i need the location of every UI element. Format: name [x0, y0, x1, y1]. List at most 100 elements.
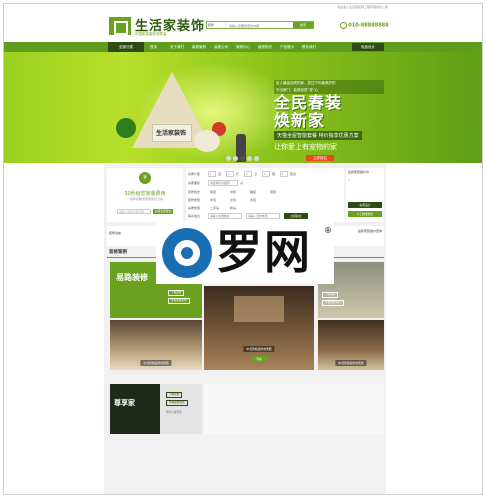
banner-text-block: 给人最高品质的家，居住于你最美好的 不出家门，装修品质“放”心 全民春装 焕新家… [274, 80, 384, 152]
hall-select[interactable]: 1 [226, 171, 234, 177]
form-submit-button[interactable]: 立即提交 [284, 213, 308, 219]
form-label: 装修档次 [188, 190, 201, 194]
radio-option[interactable]: 豪装 [270, 190, 276, 194]
main-nav: 全部分类 首页 关于我们 装修案例 装修公司 案例中心 装修知识 产品展示 联系… [4, 42, 482, 52]
search-input[interactable] [229, 23, 291, 28]
banner-pagination [226, 156, 261, 162]
nav-item[interactable]: 首页 [150, 42, 157, 52]
phone-icon [340, 22, 347, 29]
quote-result-panel: 您的家装报价为 ? 免费设计 人工精准报价 [346, 168, 384, 222]
form-row-grade: 装修档次 简装 中装 精装 豪装 [186, 189, 344, 196]
case-photo[interactable]: 中式风格装修效果图 [110, 320, 202, 370]
balcony-select[interactable]: 1 [280, 171, 288, 177]
banner-tent-sign: 生活家装饰 [152, 124, 192, 142]
banner-dot[interactable] [233, 156, 238, 161]
quote-form: 房屋户型 1 室 1 厅 1 卫 1 厨 1 阳台 房屋面积 请选择房屋面积 ㎡… [186, 168, 344, 222]
radio-option[interactable]: 清包 [250, 198, 256, 202]
form-row-type: 装修类型 半包 全包 清包 [186, 197, 344, 204]
right-tile-button-2[interactable]: 查看装修案例 [322, 300, 344, 306]
nav-item[interactable]: 关于我们 [170, 42, 184, 52]
kitchen-select[interactable]: 1 [262, 171, 270, 177]
dark-tile-button-1[interactable]: 了解装修 [166, 392, 183, 398]
case-view-button[interactable]: 查看 [251, 356, 267, 362]
unit-label: 厅 [236, 172, 240, 176]
nav-item[interactable]: 装修公司 [214, 42, 228, 52]
nav-item[interactable]: 产品展示 [280, 42, 294, 52]
green-tile-button-1[interactable]: 了解装修 [168, 290, 185, 296]
radio-option[interactable]: 全包 [230, 198, 236, 202]
manual-quote-button[interactable]: 人工精准报价 [348, 211, 382, 217]
radio-option[interactable]: 中装 [230, 190, 236, 194]
phone-contact: 010-88888888 [340, 22, 389, 29]
result-heading: 您的家装报价为 [348, 170, 370, 174]
banner-small-line-1: 给人最高品质的家，居住于你最美好的 [274, 80, 384, 87]
case-photo[interactable]: 中式风格装修效果图 [318, 320, 384, 370]
dark-tile-title: 尊享家 [114, 399, 135, 407]
search-category-select[interactable]: 装修 [208, 23, 226, 28]
watermark-text: 罗网 [216, 225, 312, 279]
watermark-logo: 罗网 ® [156, 222, 334, 284]
dark-tile-side: 了解装修 查看装修案例 尊享人生乐家 [160, 384, 202, 434]
form-label: 装修类型 [188, 198, 201, 202]
nav-item[interactable]: 联系我们 [302, 42, 316, 52]
form-row-house: 房屋类型 二手房 新房 [186, 205, 344, 212]
nav-all-categories[interactable]: 全部分类 [108, 42, 144, 52]
form-label: 房屋面积 [188, 181, 201, 185]
page-frame: 欢迎进入生活家装饰工程有限责任公司 生活家装饰 中国家装服务领导者 装修 搜索 … [3, 3, 483, 495]
dark-brand-tile[interactable]: 尊享家 [110, 384, 160, 434]
phone-input[interactable]: 请输入您的电话 [246, 213, 280, 219]
radio-option[interactable]: 精装 [250, 190, 256, 194]
news-strip-left[interactable]: 装修动态 [109, 231, 121, 235]
bath-select[interactable]: 1 [244, 171, 252, 177]
hero-banner[interactable]: 生活家装饰 给人最高品质的家，居住于你最美好的 不出家门，装修品质“放”心 全民… [4, 52, 482, 163]
right-tile-button-1[interactable]: 了解装修 [322, 292, 339, 298]
banner-headline-1: 全民春装 [274, 93, 343, 112]
registered-mark: ® [324, 226, 332, 235]
watermark-icon [162, 228, 212, 278]
unit-label: 阳台 [290, 172, 297, 176]
radio-option[interactable]: 简装 [210, 190, 216, 194]
interior-lights [234, 296, 284, 322]
unit-label: 卫 [254, 172, 258, 176]
empty-case-area [204, 384, 384, 434]
banner-line-3: 让你爱上有宠物的家 [274, 143, 337, 151]
quote-phone-input[interactable]: 请输入您的手机号码 [117, 209, 151, 214]
unit-label: 室 [218, 172, 222, 176]
case-photo-caption: 中式风格装修效果图 [335, 360, 367, 366]
banner-dot[interactable] [226, 156, 231, 161]
nav-free-design-button[interactable]: 免费设计 [352, 43, 384, 51]
quote-title: 30秒给您家装费用 [124, 191, 166, 197]
search-button[interactable]: 搜索 [293, 22, 313, 28]
room-select[interactable]: 1 [208, 171, 216, 177]
banner-cta-button[interactable]: 立即报名 [306, 155, 334, 161]
logo-subtitle: 中国家装服务领导者 [135, 32, 167, 36]
radio-option[interactable]: 二手房 [210, 206, 219, 210]
area-select[interactable]: 请选择房屋面积 [208, 180, 238, 186]
nav-item[interactable]: 案例中心 [236, 42, 250, 52]
tent-sign-text: 生活家装饰 [156, 130, 187, 137]
form-label: 房屋类型 [188, 206, 201, 210]
banner-dot[interactable] [247, 156, 252, 161]
radio-option[interactable]: 半包 [210, 198, 216, 202]
name-input[interactable]: 请输入您的姓名 [208, 213, 242, 219]
case-photo-main[interactable]: 中式风格装修效果图 查看 [204, 286, 314, 370]
news-strip-right[interactable]: 最新家装报价查询 [358, 229, 382, 233]
form-row-contact: 联系信息 请输入您的姓名 请输入您的电话 立即提交 [186, 213, 344, 220]
dark-tile-button-2[interactable]: 查看装修案例 [166, 400, 188, 406]
banner-tag: 天猫全屋智能套餐 特价独享优惠方案 [274, 131, 362, 140]
banner-dot[interactable] [254, 156, 259, 161]
nav-item[interactable]: 装修知识 [258, 42, 272, 52]
welcome-note: 欢迎进入生活家装饰工程有限责任公司 [336, 5, 388, 9]
free-design-button[interactable]: 免费设计 [348, 202, 382, 208]
form-label: 联系信息 [188, 214, 201, 218]
green-tile-button-2[interactable]: 查看装修案例 [168, 298, 190, 304]
logo-icon[interactable] [109, 17, 131, 35]
form-row-area: 房屋面积 请选择房屋面积 ㎡ [186, 180, 344, 187]
form-label: 房屋户型 [188, 172, 201, 176]
radio-option[interactable]: 新房 [230, 206, 236, 210]
unit-label: ㎡ [240, 181, 244, 185]
banner-dot-active[interactable] [240, 156, 245, 161]
quote-submit-button[interactable]: 立即免费报价 [153, 209, 173, 214]
nav-item[interactable]: 装修案例 [192, 42, 206, 52]
banner-headline-2: 焕新家 [274, 111, 326, 130]
